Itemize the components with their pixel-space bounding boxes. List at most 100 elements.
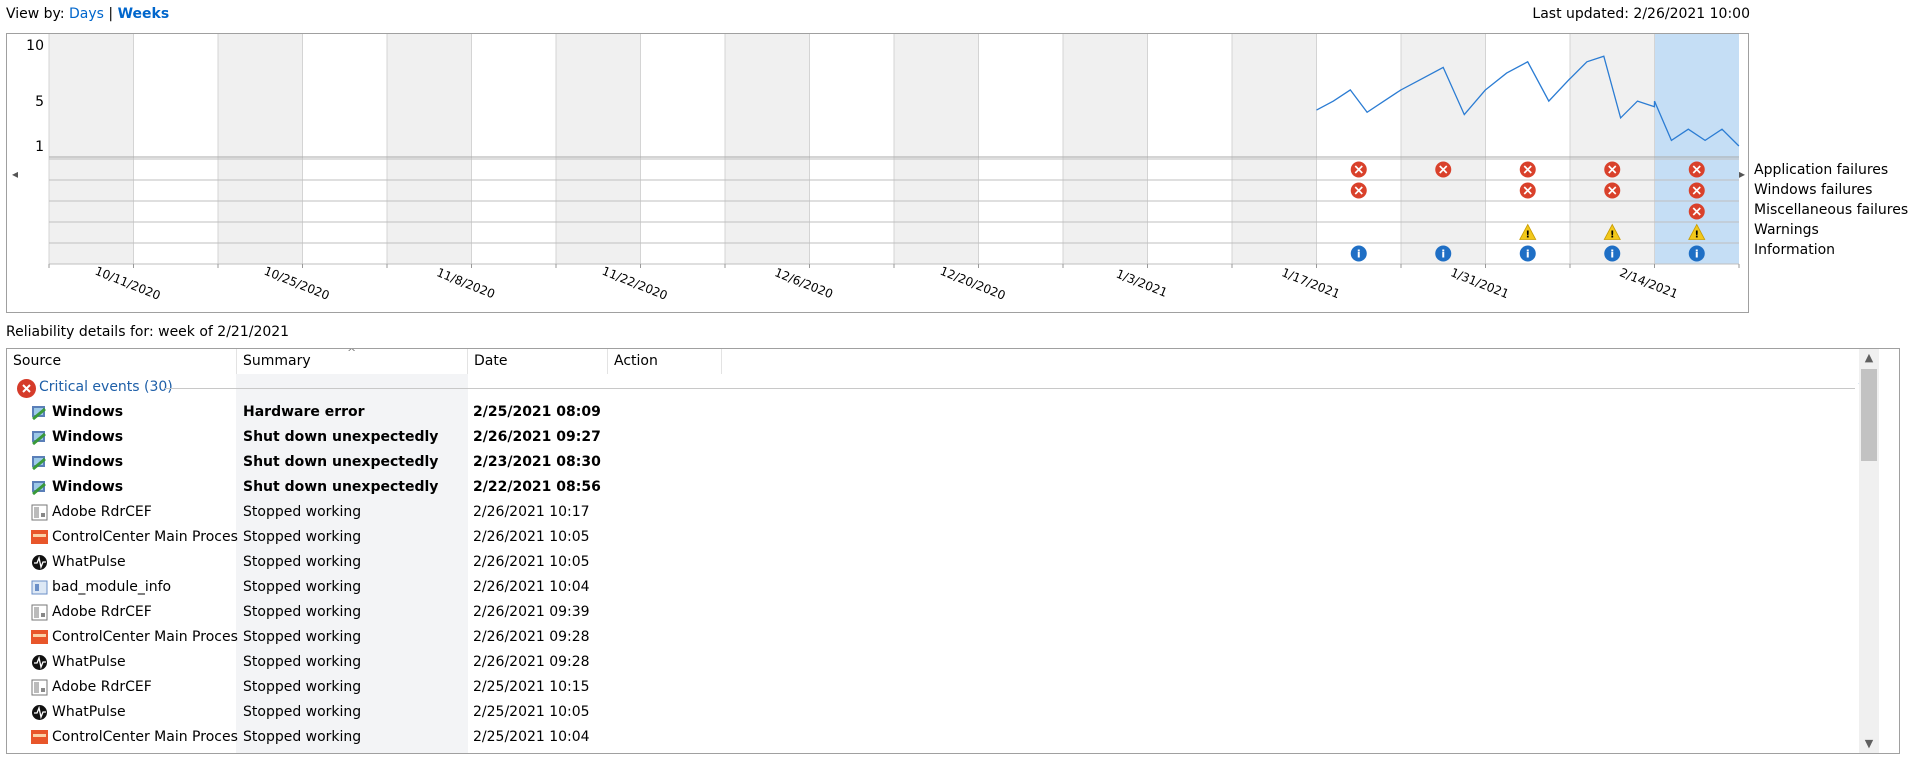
week-column: [725, 34, 810, 264]
column-header-action-label: Action: [614, 353, 658, 369]
row-date: 2/26/2021 09:28: [473, 654, 590, 670]
row-label-miscellaneous-failures: Miscellaneous failures: [1754, 202, 1909, 218]
table-row[interactable]: ControlCenter Main Process Stopped workin…: [7, 625, 1879, 650]
column-header-date[interactable]: Date: [468, 349, 608, 374]
row-source: Windows: [52, 454, 124, 470]
row-source: bad_module_info: [52, 579, 172, 595]
x-axis-date-label: 12/6/2020: [773, 265, 835, 301]
week-column: [218, 34, 303, 264]
scroll-right-icon[interactable]: ▸: [1739, 167, 1745, 181]
last-updated-label: Last updated: 2/26/2021 10:00: [1532, 6, 1750, 22]
row-source: ControlCenter Main Process: [52, 729, 238, 745]
row-source: ControlCenter Main Process: [52, 629, 238, 645]
week-column: [302, 34, 387, 264]
table-row[interactable]: Windows Shut down unexpectedly 2/23/2021 0…: [7, 450, 1879, 475]
group-divider: [165, 388, 1855, 389]
table-row[interactable]: Adobe RdrCEF Stopped working 2/26/2021 09:…: [7, 600, 1879, 625]
row-summary: Stopped working: [243, 529, 362, 545]
row-summary: Stopped working: [243, 704, 362, 720]
vertical-scrollbar[interactable]: ▲ ▼: [1859, 349, 1879, 753]
row-date: 2/23/2021 08:30: [473, 454, 601, 470]
week-column: [471, 34, 556, 264]
column-header-action[interactable]: Action: [608, 349, 722, 374]
row-source: ControlCenter Main Process: [52, 529, 238, 545]
row-source: WhatPulse: [52, 654, 126, 670]
row-label-windows-failures: Windows failures: [1754, 182, 1873, 198]
week-column: [978, 34, 1063, 264]
table-row[interactable]: WhatPulse Stopped working 2/26/2021 09:28: [7, 650, 1879, 675]
x-axis-date-label: 2/14/2021: [1618, 265, 1680, 301]
table-row[interactable]: Adobe RdrCEF Stopped working 2/25/2021 10:…: [7, 675, 1879, 700]
table-row[interactable]: Windows Shut down unexpectedly 2/22/2021 0…: [7, 475, 1879, 500]
view-weeks-link[interactable]: Weeks: [118, 6, 170, 22]
table-row[interactable]: WhatPulse Stopped working 2/25/2021 10:05: [7, 700, 1879, 725]
warning-mark: !: [1525, 230, 1530, 241]
table-row[interactable]: Windows Hardware error 2/25/2021 08:09: [7, 400, 1879, 425]
whatpulse-icon: [31, 704, 48, 721]
view-separator: |: [108, 6, 114, 22]
table-row[interactable]: bad_module_info Stopped working 2/26/2021 …: [7, 575, 1879, 600]
column-header-source[interactable]: Source: [7, 349, 237, 374]
column-header-summary-label: Summary: [243, 353, 311, 369]
row-source: WhatPulse: [52, 554, 126, 570]
row-source: Windows: [52, 429, 124, 445]
application-icon: [31, 604, 48, 621]
week-column: [894, 34, 979, 264]
row-date: 2/25/2021 10:05: [473, 704, 590, 720]
view-by-bar: View by: Days | Weeks: [6, 6, 169, 22]
windows-icon: [31, 429, 48, 446]
x-axis-date-label: 11/22/2020: [600, 264, 669, 303]
view-days-link[interactable]: Days: [69, 6, 104, 22]
information-mark: i: [1695, 248, 1699, 261]
scroll-left-icon[interactable]: ◂: [12, 167, 18, 181]
scroll-up-button[interactable]: ▲: [1859, 349, 1879, 367]
details-list[interactable]: Source Summary ^ Date Action Critical ev…: [6, 348, 1900, 754]
week-column: [1063, 34, 1148, 264]
row-summary: Stopped working: [243, 629, 362, 645]
reliability-chart[interactable]: 10 5 1 ◂ ▸!! ! i i i i i 10/11/2020 10/25/2020 11/8/2…: [6, 33, 1749, 313]
whatpulse-icon: [31, 654, 48, 671]
x-axis-date-label: 11/8/2020: [435, 265, 497, 301]
row-date: 2/22/2021 08:56: [473, 479, 601, 495]
row-summary: Stopped working: [243, 554, 362, 570]
scroll-down-button[interactable]: ▼: [1859, 735, 1879, 753]
row-date: 2/25/2021 10:04: [473, 729, 590, 745]
table-row[interactable]: ControlCenter Main Process Stopped workin…: [7, 725, 1879, 750]
row-summary: Stopped working: [243, 679, 362, 695]
x-axis-date-label: 1/17/2021: [1280, 265, 1342, 301]
row-summary: Hardware error: [243, 404, 365, 420]
week-column: [49, 34, 134, 264]
row-source: Adobe RdrCEF: [52, 679, 152, 695]
table-row[interactable]: WhatPulse Stopped working 2/26/2021 10:05: [7, 550, 1879, 575]
x-axis-date-label: 1/31/2021: [1449, 265, 1511, 301]
row-source: WhatPulse: [52, 704, 126, 720]
y-tick-label: 1: [35, 139, 44, 155]
critical-error-icon: [17, 379, 36, 398]
critical-events-group[interactable]: Critical events (30) ^: [7, 376, 1879, 400]
controlcenter-icon: [31, 529, 48, 546]
information-mark: i: [1357, 248, 1361, 261]
windows-icon: [31, 479, 48, 496]
critical-events-label: Critical events (30): [39, 379, 173, 395]
scrollbar-thumb[interactable]: [1861, 369, 1877, 461]
week-column: [1232, 34, 1317, 264]
row-source: Adobe RdrCEF: [52, 604, 152, 620]
controlcenter-icon: [31, 629, 48, 646]
column-header-summary[interactable]: Summary ^: [237, 349, 468, 374]
whatpulse-icon: [31, 554, 48, 571]
row-date: 2/26/2021 10:05: [473, 529, 590, 545]
x-axis-date-label: 10/25/2020: [262, 264, 331, 303]
table-row[interactable]: Adobe RdrCEF Stopped working 2/26/2021 10:…: [7, 500, 1879, 525]
view-by-label: View by:: [6, 6, 65, 22]
warning-mark: !: [1694, 230, 1699, 241]
table-row[interactable]: ControlCenter Main Process Stopped workin…: [7, 525, 1879, 550]
row-date: 2/26/2021 10:05: [473, 554, 590, 570]
controlcenter-icon: [31, 729, 48, 746]
row-label-application-failures: Application failures: [1754, 162, 1889, 178]
reliability-details-title: Reliability details for: week of 2/21/20…: [6, 324, 290, 340]
table-row[interactable]: Windows Shut down unexpectedly 2/26/2021 0…: [7, 425, 1879, 450]
row-summary: Shut down unexpectedly: [243, 429, 439, 445]
row-date: 2/25/2021 08:09: [473, 404, 601, 420]
row-date: 2/26/2021 10:17: [473, 504, 590, 520]
sort-ascending-icon: ^: [347, 348, 357, 359]
